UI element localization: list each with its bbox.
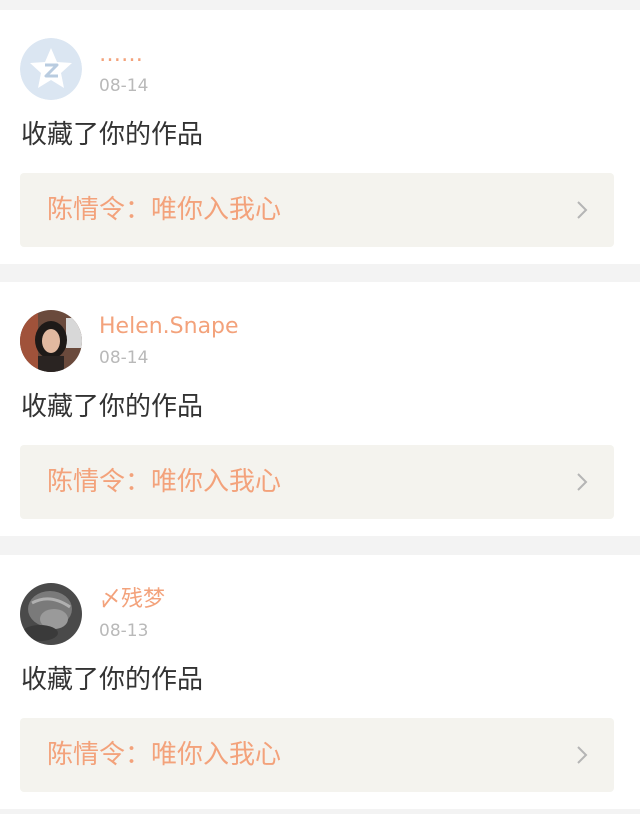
work-title: 陈情令：唯你入我心 — [47, 195, 282, 225]
username[interactable]: Helen.Snape — [99, 314, 239, 340]
work-link-button[interactable]: 陈情令：唯你入我心 — [20, 445, 614, 519]
avatar[interactable] — [20, 310, 82, 372]
notification-card: Helen.Snape 08-14 收藏了你的作品 陈情令：唯你入我心 — [0, 282, 640, 536]
timestamp: 08-14 — [99, 76, 149, 96]
work-link-button[interactable]: 陈情令：唯你入我心 — [20, 173, 614, 247]
notification-card: …… 08-14 收藏了你的作品 陈情令：唯你入我心 — [0, 10, 640, 264]
avatar[interactable] — [20, 583, 82, 645]
notification-card: 〆残梦 08-13 收藏了你的作品 陈情令：唯你入我心 — [0, 555, 640, 809]
person-photo-icon — [20, 310, 82, 372]
username[interactable]: …… — [99, 42, 143, 68]
chevron-right-icon — [576, 200, 588, 220]
action-text: 收藏了你的作品 — [21, 392, 204, 422]
action-text: 收藏了你的作品 — [21, 120, 204, 150]
qzone-star-icon — [20, 38, 82, 100]
work-title: 陈情令：唯你入我心 — [47, 467, 282, 497]
grayscale-photo-icon — [20, 583, 82, 645]
work-link-button[interactable]: 陈情令：唯你入我心 — [20, 718, 614, 792]
chevron-right-icon — [576, 745, 588, 765]
chevron-right-icon — [576, 472, 588, 492]
action-text: 收藏了你的作品 — [21, 665, 204, 695]
timestamp: 08-13 — [99, 621, 149, 641]
avatar[interactable] — [20, 38, 82, 100]
work-title: 陈情令：唯你入我心 — [47, 740, 282, 770]
username[interactable]: 〆残梦 — [99, 587, 165, 613]
timestamp: 08-14 — [99, 348, 149, 368]
notification-feed: …… 08-14 收藏了你的作品 陈情令：唯你入我心 Helen.Snape 0… — [0, 0, 640, 814]
